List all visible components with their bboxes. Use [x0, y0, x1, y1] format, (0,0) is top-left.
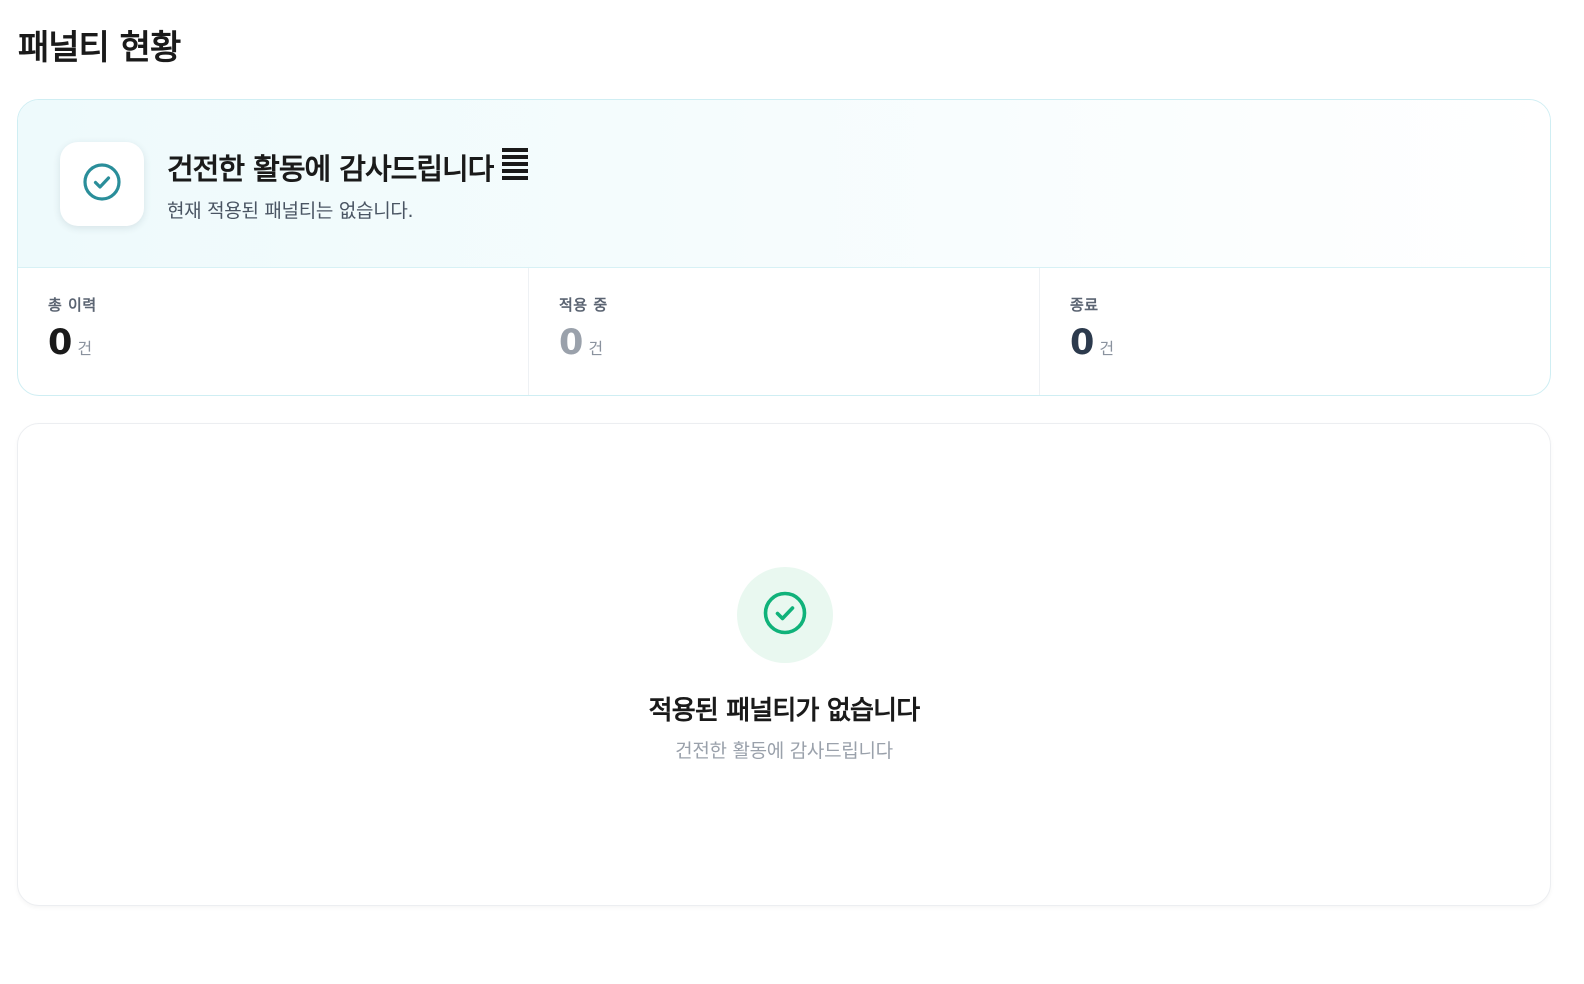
- status-heading-text: 건전한 활동에 감사드립니다: [167, 152, 494, 186]
- check-circle-icon: [82, 162, 122, 206]
- status-icon-box: [60, 142, 144, 226]
- stat-value: 0 건: [1070, 326, 1114, 361]
- stat-unit: 건: [77, 339, 93, 358]
- empty-state-title: 적용된 패널티가 없습니다: [648, 696, 921, 726]
- stat-unit: 건: [1099, 339, 1115, 358]
- stat-active: 적용 중 0 건: [529, 268, 1040, 395]
- empty-state-subtitle: 건전한 활동에 감사드립니다: [675, 740, 893, 762]
- status-banner: 건전한 활동에 감사드립니다 현재 적용된 패널티는 없습니다.: [18, 100, 1550, 268]
- stats-row: 총 이력 0 건 적용 중 0 건 종료 0 건: [18, 268, 1550, 395]
- stat-total-history: 총 이력 0 건: [18, 268, 529, 395]
- status-subtitle: 현재 적용된 패널티는 없습니다.: [167, 200, 414, 222]
- stat-number: 0: [1070, 323, 1095, 363]
- penalty-list-empty-card: 적용된 패널티가 없습니다 건전한 활동에 감사드립니다: [17, 423, 1551, 906]
- stat-ended: 종료 0 건: [1040, 268, 1550, 395]
- status-heading: 건전한 활동에 감사드립니다: [167, 146, 529, 188]
- penalty-status-page: 패널티 현황 건전한 활동에 감사드립니다 현재 적용된 패널티는 없습니다. …: [0, 0, 1584, 984]
- empty-state-icon-circle: [737, 567, 833, 663]
- list-icon: [501, 147, 529, 187]
- stat-value: 0 건: [559, 326, 603, 361]
- stat-value: 0 건: [48, 326, 92, 361]
- stat-number: 0: [48, 323, 73, 363]
- stat-number: 0: [559, 323, 584, 363]
- stat-label: 적용 중: [559, 296, 608, 314]
- stat-label: 종료: [1070, 296, 1099, 314]
- status-summary-card: 건전한 활동에 감사드립니다 현재 적용된 패널티는 없습니다. 총 이력 0 …: [17, 99, 1551, 396]
- stat-label: 총 이력: [48, 296, 97, 314]
- stat-unit: 건: [588, 339, 604, 358]
- page-title: 패널티 현황: [18, 28, 181, 68]
- check-circle-icon: [762, 590, 808, 640]
